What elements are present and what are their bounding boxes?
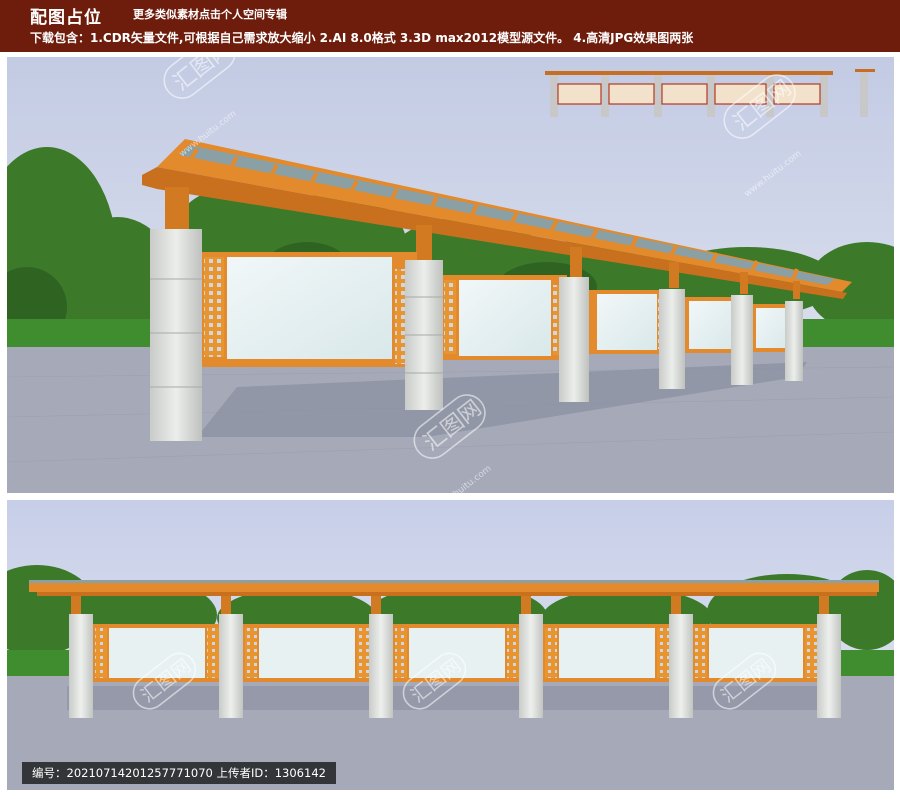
render-elevation: 汇图网 汇图网 汇图网: [7, 500, 894, 790]
page-title: 配图占位: [30, 8, 102, 28]
render-perspective: 汇图网 汇图网 汇图网 www.huitu.com www.huitu.com …: [7, 57, 894, 493]
image-info-bar: 编号：20210714201257771070 上传者ID：1306142: [22, 762, 336, 784]
header-banner: 配图占位 更多类似素材点击个人空间专辑 下载包含：1.CDR矢量文件,可根据自己…: [0, 0, 900, 52]
download-info: 下载包含：1.CDR矢量文件,可根据自己需求放大缩小 2.AI 8.0格式 3.…: [30, 31, 694, 45]
album-link[interactable]: 更多类似素材点击个人空间专辑: [133, 6, 287, 22]
